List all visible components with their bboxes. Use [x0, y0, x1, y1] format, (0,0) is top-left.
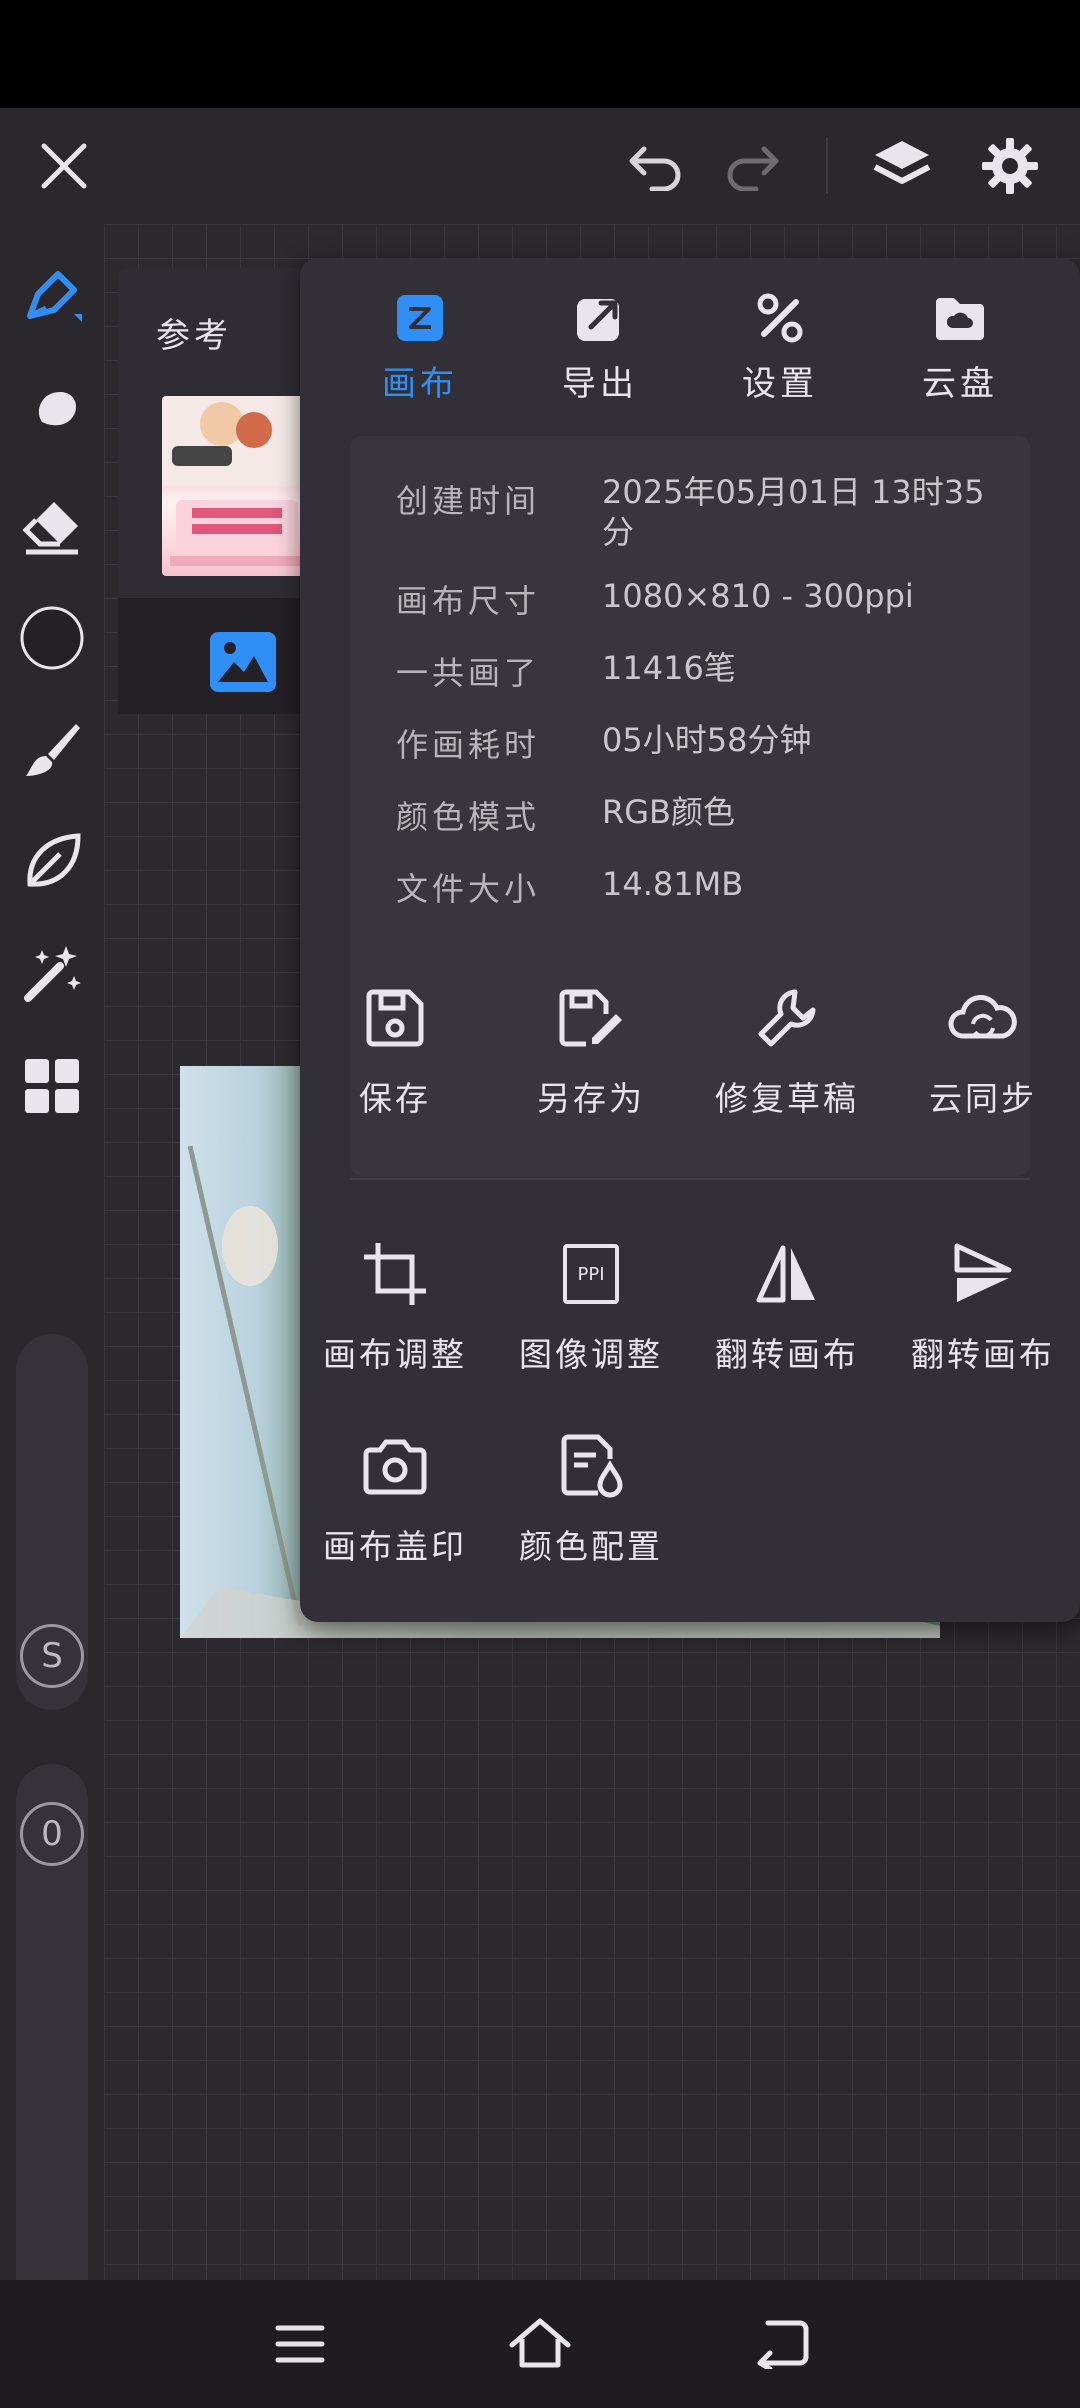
- action-label: 云同步: [929, 1079, 1037, 1118]
- flip-vertical-button[interactable]: 翻转画布: [888, 1234, 1078, 1376]
- action-label: 另存为: [537, 1079, 645, 1118]
- top-toolbar: [0, 108, 1080, 224]
- reference-image-tab[interactable]: [118, 598, 308, 714]
- action-label: 修复草稿: [715, 1079, 859, 1118]
- info-value: 1080×810 - 300ppi: [602, 577, 914, 615]
- tab-export-label: 导出: [562, 364, 638, 404]
- info-value: 14.81MB: [602, 865, 744, 903]
- color-config-button[interactable]: 颜色配置: [496, 1426, 686, 1568]
- opacity-label: 0: [41, 1814, 63, 1854]
- color-config-icon: [496, 1426, 686, 1506]
- grid-icon[interactable]: [12, 1046, 92, 1126]
- flip-horizontal-icon: [692, 1234, 882, 1314]
- size-label: S: [41, 1636, 63, 1676]
- cloud-sync-icon: [888, 978, 1078, 1058]
- camera-icon: [300, 1426, 490, 1506]
- save-as-icon: [496, 978, 686, 1058]
- info-value: RGB颜色: [602, 793, 735, 831]
- save-button[interactable]: 保存: [300, 978, 490, 1120]
- info-value: 05小时58分钟: [602, 721, 812, 759]
- info-key: 一共画了: [396, 654, 541, 692]
- smudge-icon[interactable]: [12, 374, 92, 454]
- canvas-icon: [350, 288, 490, 348]
- flip-vertical-icon: [888, 1234, 1078, 1314]
- tab-cloud-drive[interactable]: 云盘: [890, 288, 1030, 405]
- action-label: 翻转画布: [715, 1335, 859, 1374]
- action-label: 画布盖印: [323, 1527, 467, 1566]
- save-icon: [300, 978, 490, 1058]
- info-key: 创建时间: [396, 482, 541, 520]
- tab-settings-label: 设置: [742, 364, 818, 404]
- undo-icon[interactable]: [622, 136, 690, 196]
- info-key: 作画耗时: [396, 726, 541, 764]
- left-toolbar: S 0: [0, 224, 104, 2360]
- canvas-stamp-button[interactable]: 画布盖印: [300, 1426, 490, 1568]
- canvas-adjust-button[interactable]: 画布调整: [300, 1234, 490, 1376]
- image-adjust-button[interactable]: PPI 图像调整: [496, 1234, 686, 1376]
- leaf-icon[interactable]: [12, 822, 92, 902]
- system-nav-bar: [0, 2280, 1080, 2408]
- toolbar-divider: [826, 138, 828, 194]
- canvas-menu-popup: 画布 导出 设置 云盘 创建时间 2025年05月01日 13时35分 画布尺寸…: [300, 258, 1080, 1622]
- settings-gear-icon[interactable]: [974, 130, 1046, 202]
- info-value: 2025年05月01日 13时35分: [602, 473, 985, 551]
- action-label: 保存: [359, 1079, 431, 1118]
- reference-panel: 参考: [118, 268, 312, 714]
- settings-tools-icon: [710, 288, 850, 348]
- ppi-icon: PPI: [496, 1234, 686, 1314]
- image-icon: [210, 632, 276, 696]
- ppi-badge: PPI: [563, 1244, 619, 1304]
- export-icon: [530, 288, 670, 348]
- brush-icon[interactable]: [12, 710, 92, 790]
- magic-wand-icon[interactable]: [12, 934, 92, 1014]
- back-icon[interactable]: [742, 2304, 822, 2384]
- tab-export[interactable]: 导出: [530, 288, 670, 405]
- eraser-icon[interactable]: [12, 486, 92, 566]
- opacity-knob[interactable]: 0: [20, 1802, 84, 1866]
- info-value: 11416笔: [602, 649, 736, 687]
- cloud-sync-button[interactable]: 云同步: [888, 978, 1078, 1120]
- redo-icon[interactable]: [718, 136, 786, 196]
- cloud-drive-icon: [890, 288, 1030, 348]
- crop-icon: [300, 1234, 490, 1314]
- info-key: 画布尺寸: [396, 582, 541, 620]
- size-knob[interactable]: S: [20, 1624, 84, 1688]
- tab-canvas[interactable]: 画布: [350, 288, 490, 405]
- flip-horizontal-button[interactable]: 翻转画布: [692, 1234, 882, 1376]
- info-key: 文件大小: [396, 870, 541, 908]
- tab-canvas-label: 画布: [382, 364, 458, 404]
- pen-icon[interactable]: [12, 256, 92, 336]
- color-circle-icon[interactable]: [12, 598, 92, 678]
- info-key: 颜色模式: [396, 798, 541, 836]
- home-icon[interactable]: [500, 2304, 580, 2384]
- wrench-icon: [692, 978, 882, 1058]
- menu-divider: [350, 1178, 1030, 1180]
- action-label: 画布调整: [323, 1335, 467, 1374]
- tab-settings[interactable]: 设置: [710, 288, 850, 405]
- reference-thumbnail[interactable]: [162, 396, 312, 576]
- action-label: 图像调整: [519, 1335, 663, 1374]
- layers-icon[interactable]: [866, 130, 938, 202]
- save-as-button[interactable]: 另存为: [496, 978, 686, 1120]
- close-icon[interactable]: [30, 132, 98, 200]
- tab-cloud-drive-label: 云盘: [922, 364, 998, 404]
- menu-icon[interactable]: [260, 2304, 340, 2384]
- reference-title: 参考: [156, 316, 232, 356]
- repair-draft-button[interactable]: 修复草稿: [692, 978, 882, 1120]
- action-label: 颜色配置: [519, 1527, 663, 1566]
- action-label: 翻转画布: [911, 1335, 1055, 1374]
- status-bar: [0, 0, 1080, 108]
